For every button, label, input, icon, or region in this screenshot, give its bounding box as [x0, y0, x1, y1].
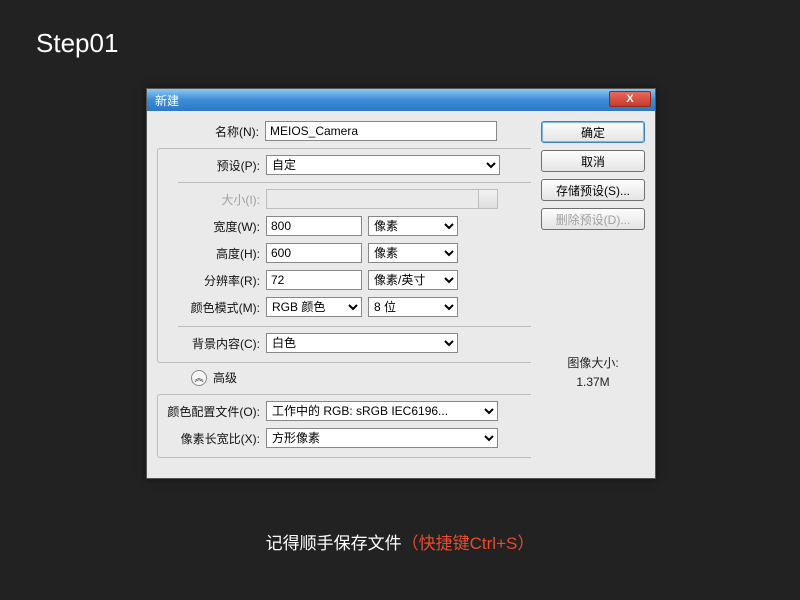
- color-profile-label: 颜色配置文件(O):: [158, 403, 266, 420]
- image-size-value: 1.37M: [541, 373, 645, 392]
- size-label: 大小(I):: [178, 191, 266, 208]
- size-select-disabled: [266, 189, 498, 209]
- background-select[interactable]: 白色: [266, 333, 458, 353]
- footer-hint: （快捷键Ctrl+S）: [402, 534, 535, 553]
- advanced-label: 高级: [213, 369, 237, 386]
- delete-preset-button: 删除预设(D)...: [541, 208, 645, 230]
- step-heading: Step01: [36, 28, 118, 59]
- color-mode-label: 颜色模式(M):: [178, 299, 266, 316]
- resolution-label: 分辨率(R):: [178, 272, 266, 289]
- footer-note: 记得顺手保存文件（快捷键Ctrl+S）: [0, 529, 800, 554]
- name-input[interactable]: [265, 121, 497, 141]
- image-size-label: 图像大小:: [541, 354, 645, 373]
- width-label: 宽度(W):: [178, 218, 266, 235]
- resolution-unit-select[interactable]: 像素/英寸: [368, 270, 458, 290]
- color-profile-select[interactable]: 工作中的 RGB: sRGB IEC6196...: [266, 401, 498, 421]
- save-preset-button[interactable]: 存储预设(S)...: [541, 179, 645, 201]
- close-icon: X: [626, 93, 633, 105]
- resolution-input[interactable]: [266, 270, 362, 290]
- close-button[interactable]: X: [609, 91, 651, 107]
- image-size-info: 图像大小: 1.37M: [541, 354, 645, 392]
- height-label: 高度(H):: [178, 245, 266, 262]
- background-label: 背景内容(C):: [158, 335, 266, 352]
- bit-depth-select[interactable]: 8 位: [368, 297, 458, 317]
- new-document-dialog: 新建 X 名称(N): 预设(P): 自定 大小(I):: [146, 88, 656, 479]
- titlebar: 新建 X: [147, 89, 655, 111]
- color-mode-select[interactable]: RGB 颜色: [266, 297, 362, 317]
- pixel-aspect-label: 像素长宽比(X):: [158, 430, 266, 447]
- footer-msg: 记得顺手保存文件: [266, 534, 402, 553]
- preset-select[interactable]: 自定: [266, 155, 500, 175]
- name-label: 名称(N):: [157, 123, 265, 140]
- advanced-toggle[interactable]: ︽: [191, 370, 207, 386]
- dialog-title: 新建: [155, 92, 179, 109]
- ok-button[interactable]: 确定: [541, 121, 645, 143]
- height-unit-select[interactable]: 像素: [368, 243, 458, 263]
- width-input[interactable]: [266, 216, 362, 236]
- preset-label: 预设(P):: [158, 157, 266, 174]
- height-input[interactable]: [266, 243, 362, 263]
- cancel-button[interactable]: 取消: [541, 150, 645, 172]
- width-unit-select[interactable]: 像素: [368, 216, 458, 236]
- chevron-up-icon: ︽: [194, 371, 203, 384]
- pixel-aspect-select[interactable]: 方形像素: [266, 428, 498, 448]
